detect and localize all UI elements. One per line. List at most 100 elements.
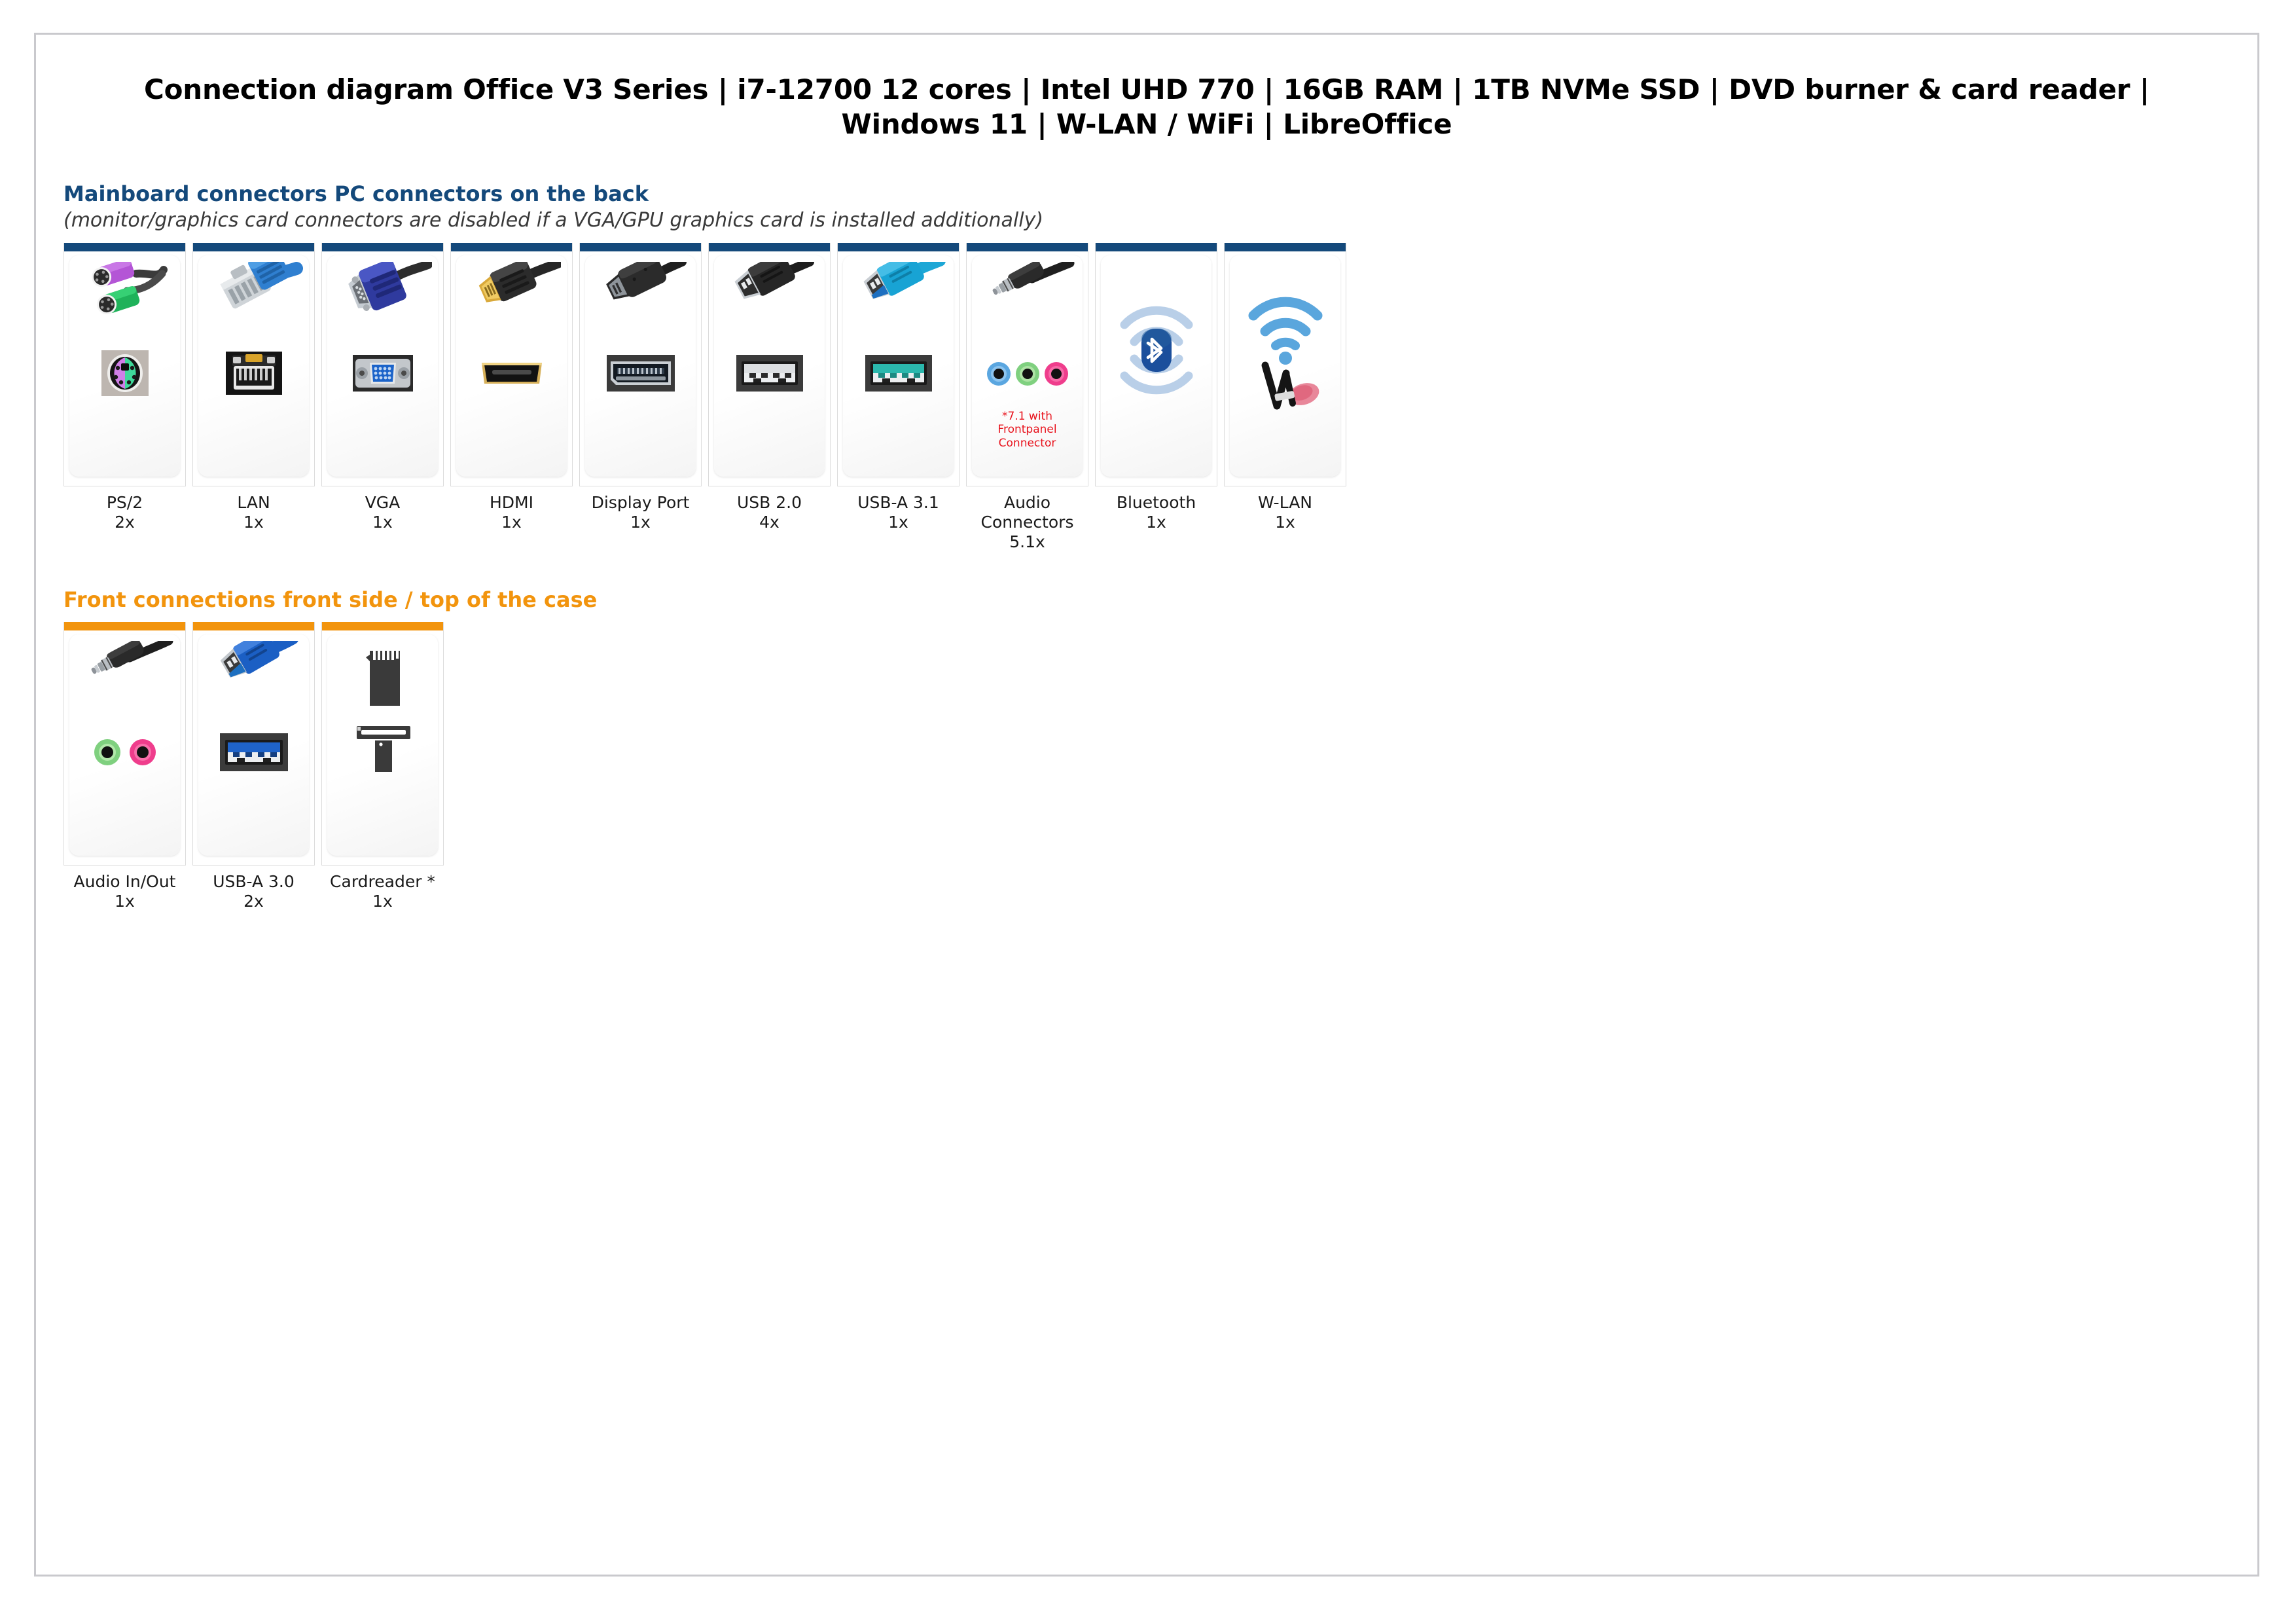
- connector-card-ps2[interactable]: PS/2 2x: [63, 242, 186, 532]
- connector-card-audio-in-out[interactable]: Audio In/Out 1x: [63, 622, 186, 911]
- connector-qty: 4x: [759, 512, 780, 532]
- card-accent-bar: [451, 242, 572, 251]
- sd-card-icon: [327, 638, 438, 722]
- connector-card-lan[interactable]: LAN 1x: [192, 242, 315, 532]
- connector-qty: 1x: [372, 892, 393, 911]
- connector-card-usb20[interactable]: USB 2.0 4x: [708, 242, 831, 532]
- section-header-mainboard: Mainboard connectors PC connectors on th…: [63, 181, 2230, 232]
- connector-name: Audio In/Out: [73, 872, 176, 892]
- ps2-port-icon: [69, 347, 180, 399]
- displayport-port-icon: [585, 347, 696, 399]
- usb-a-31-port-icon: [843, 347, 954, 399]
- connector-qty: 1x: [501, 512, 522, 532]
- connector-label-bluetooth: Bluetooth 1x: [1095, 493, 1217, 532]
- card-accent-bar: [64, 622, 185, 631]
- audio-jack-connector-icon: [972, 259, 1083, 343]
- connector-label-usba31: USB-A 3.1 1x: [837, 493, 960, 532]
- mainboard-heading: Mainboard connectors PC connectors on th…: [63, 181, 649, 206]
- connector-name: PS/2: [106, 492, 143, 512]
- connector-card-hdmi[interactable]: HDMI 1x: [450, 242, 573, 532]
- audio-jack-ports-icon: [972, 347, 1083, 399]
- displayport-connector-icon: [585, 259, 696, 343]
- connector-name: USB 2.0: [736, 492, 802, 512]
- lan-rj45-port-icon: [198, 347, 309, 399]
- audio-in-out-icon: [69, 638, 180, 722]
- connector-label-usb20: USB 2.0 4x: [708, 493, 831, 532]
- wlan-wifi-icon: [1230, 268, 1340, 432]
- connector-name: VGA: [365, 492, 401, 512]
- connector-qty: 1x: [630, 512, 651, 532]
- connector-name: HDMI: [490, 492, 533, 512]
- connector-qty: 1x: [115, 892, 135, 911]
- connector-qty: 1x: [1146, 512, 1166, 532]
- usb-a-30-port-icon: [198, 726, 309, 778]
- card-accent-bar: [1225, 242, 1346, 251]
- front-connector-strip: Audio In/Out 1x USB-A 3.0 2x Cardreader …: [63, 622, 2230, 911]
- connector-card-audio[interactable]: *7.1 with Frontpanel Connector Audio Con…: [966, 242, 1088, 552]
- card-accent-bar: [193, 622, 314, 631]
- card-accent-bar: [64, 242, 185, 251]
- connector-card-bluetooth[interactable]: Bluetooth 1x: [1095, 242, 1217, 532]
- card-accent-bar: [967, 242, 1088, 251]
- connector-qty: 2x: [115, 512, 135, 532]
- connector-label-hdmi: HDMI 1x: [450, 493, 573, 532]
- card-accent-bar: [322, 242, 443, 251]
- connector-name: Cardreader *: [330, 872, 435, 892]
- connector-name: Bluetooth: [1116, 492, 1196, 512]
- bluetooth-icon: [1101, 268, 1211, 432]
- connector-qty: 1x: [372, 512, 393, 532]
- lan-rj45-connector-icon: [198, 259, 309, 343]
- connector-name: W-LAN: [1257, 492, 1313, 512]
- usb-a-31-connector-icon: [843, 259, 954, 343]
- card-accent-bar: [709, 242, 830, 251]
- card-accent-bar: [838, 242, 959, 251]
- connector-label-wlan: W-LAN 1x: [1224, 493, 1346, 532]
- connector-qty: 1x: [1275, 512, 1295, 532]
- connector-name: Display Port: [591, 492, 690, 512]
- wifi-dongle: [1261, 361, 1319, 410]
- front-heading-part1: Front connections front side: [63, 587, 398, 612]
- card-accent-bar: [193, 242, 314, 251]
- connector-label-audio: Audio Connectors 5.1x: [966, 493, 1088, 552]
- card-accent-bar: [322, 622, 443, 631]
- connector-name: LAN: [237, 492, 270, 512]
- front-heading-slash: /: [397, 587, 420, 612]
- cardreader-slot-icon: [327, 726, 438, 778]
- connector-qty: 1x: [243, 512, 264, 532]
- card-accent-bar: [1096, 242, 1217, 251]
- audio-in-out-ports-icon: [69, 726, 180, 778]
- document-page: Connection diagram Office V3 Series | i7…: [34, 33, 2259, 1577]
- mainboard-subheading: (monitor/graphics card connectors are di…: [63, 208, 1044, 232]
- usb2-port-icon: [714, 347, 825, 399]
- front-heading-part2: top of the case: [420, 587, 598, 612]
- connector-label-cardreader: Cardreader * 1x: [321, 872, 444, 911]
- section-header-front: Front connections front side / top of th…: [63, 587, 2230, 612]
- connector-label-usba30: USB-A 3.0 2x: [192, 872, 315, 911]
- connector-qty: 5.1x: [1009, 532, 1045, 551]
- connector-card-wlan[interactable]: W-LAN 1x: [1224, 242, 1346, 532]
- mainboard-connector-strip: PS/2 2x LAN 1x VGA 1x HDMI 1x Display Po…: [63, 242, 2230, 552]
- ps2-connector-icon: [69, 259, 180, 343]
- connector-name: USB-A 3.1: [857, 492, 939, 512]
- connector-card-usba30[interactable]: USB-A 3.0 2x: [192, 622, 315, 911]
- connector-name: USB-A 3.0: [213, 872, 295, 892]
- connector-label-displayport: Display Port 1x: [579, 493, 702, 532]
- hdmi-port-icon: [456, 347, 567, 399]
- page-title: Connection diagram Office V3 Series | i7…: [143, 73, 2150, 140]
- connector-card-vga[interactable]: VGA 1x: [321, 242, 444, 532]
- connector-card-cardreader[interactable]: Cardreader * 1x: [321, 622, 444, 911]
- connector-qty: 1x: [888, 512, 908, 532]
- vga-connector-icon: [327, 259, 438, 343]
- card-accent-bar: [580, 242, 701, 251]
- connector-card-usba31[interactable]: USB-A 3.1 1x: [837, 242, 960, 532]
- connector-label-vga: VGA 1x: [321, 493, 444, 532]
- connector-card-displayport[interactable]: Display Port 1x: [579, 242, 702, 532]
- audio-frontpanel-note: *7.1 with Frontpanel Connector: [997, 409, 1057, 450]
- connector-name: Audio Connectors: [980, 492, 1074, 532]
- connector-label-ps2: PS/2 2x: [63, 493, 186, 532]
- vga-port-icon: [327, 347, 438, 399]
- connector-label-lan: LAN 1x: [192, 493, 315, 532]
- usb2-connector-icon: [714, 259, 825, 343]
- connector-label-audio-in-out: Audio In/Out 1x: [63, 872, 186, 911]
- front-heading: Front connections front side / top of th…: [63, 587, 2230, 612]
